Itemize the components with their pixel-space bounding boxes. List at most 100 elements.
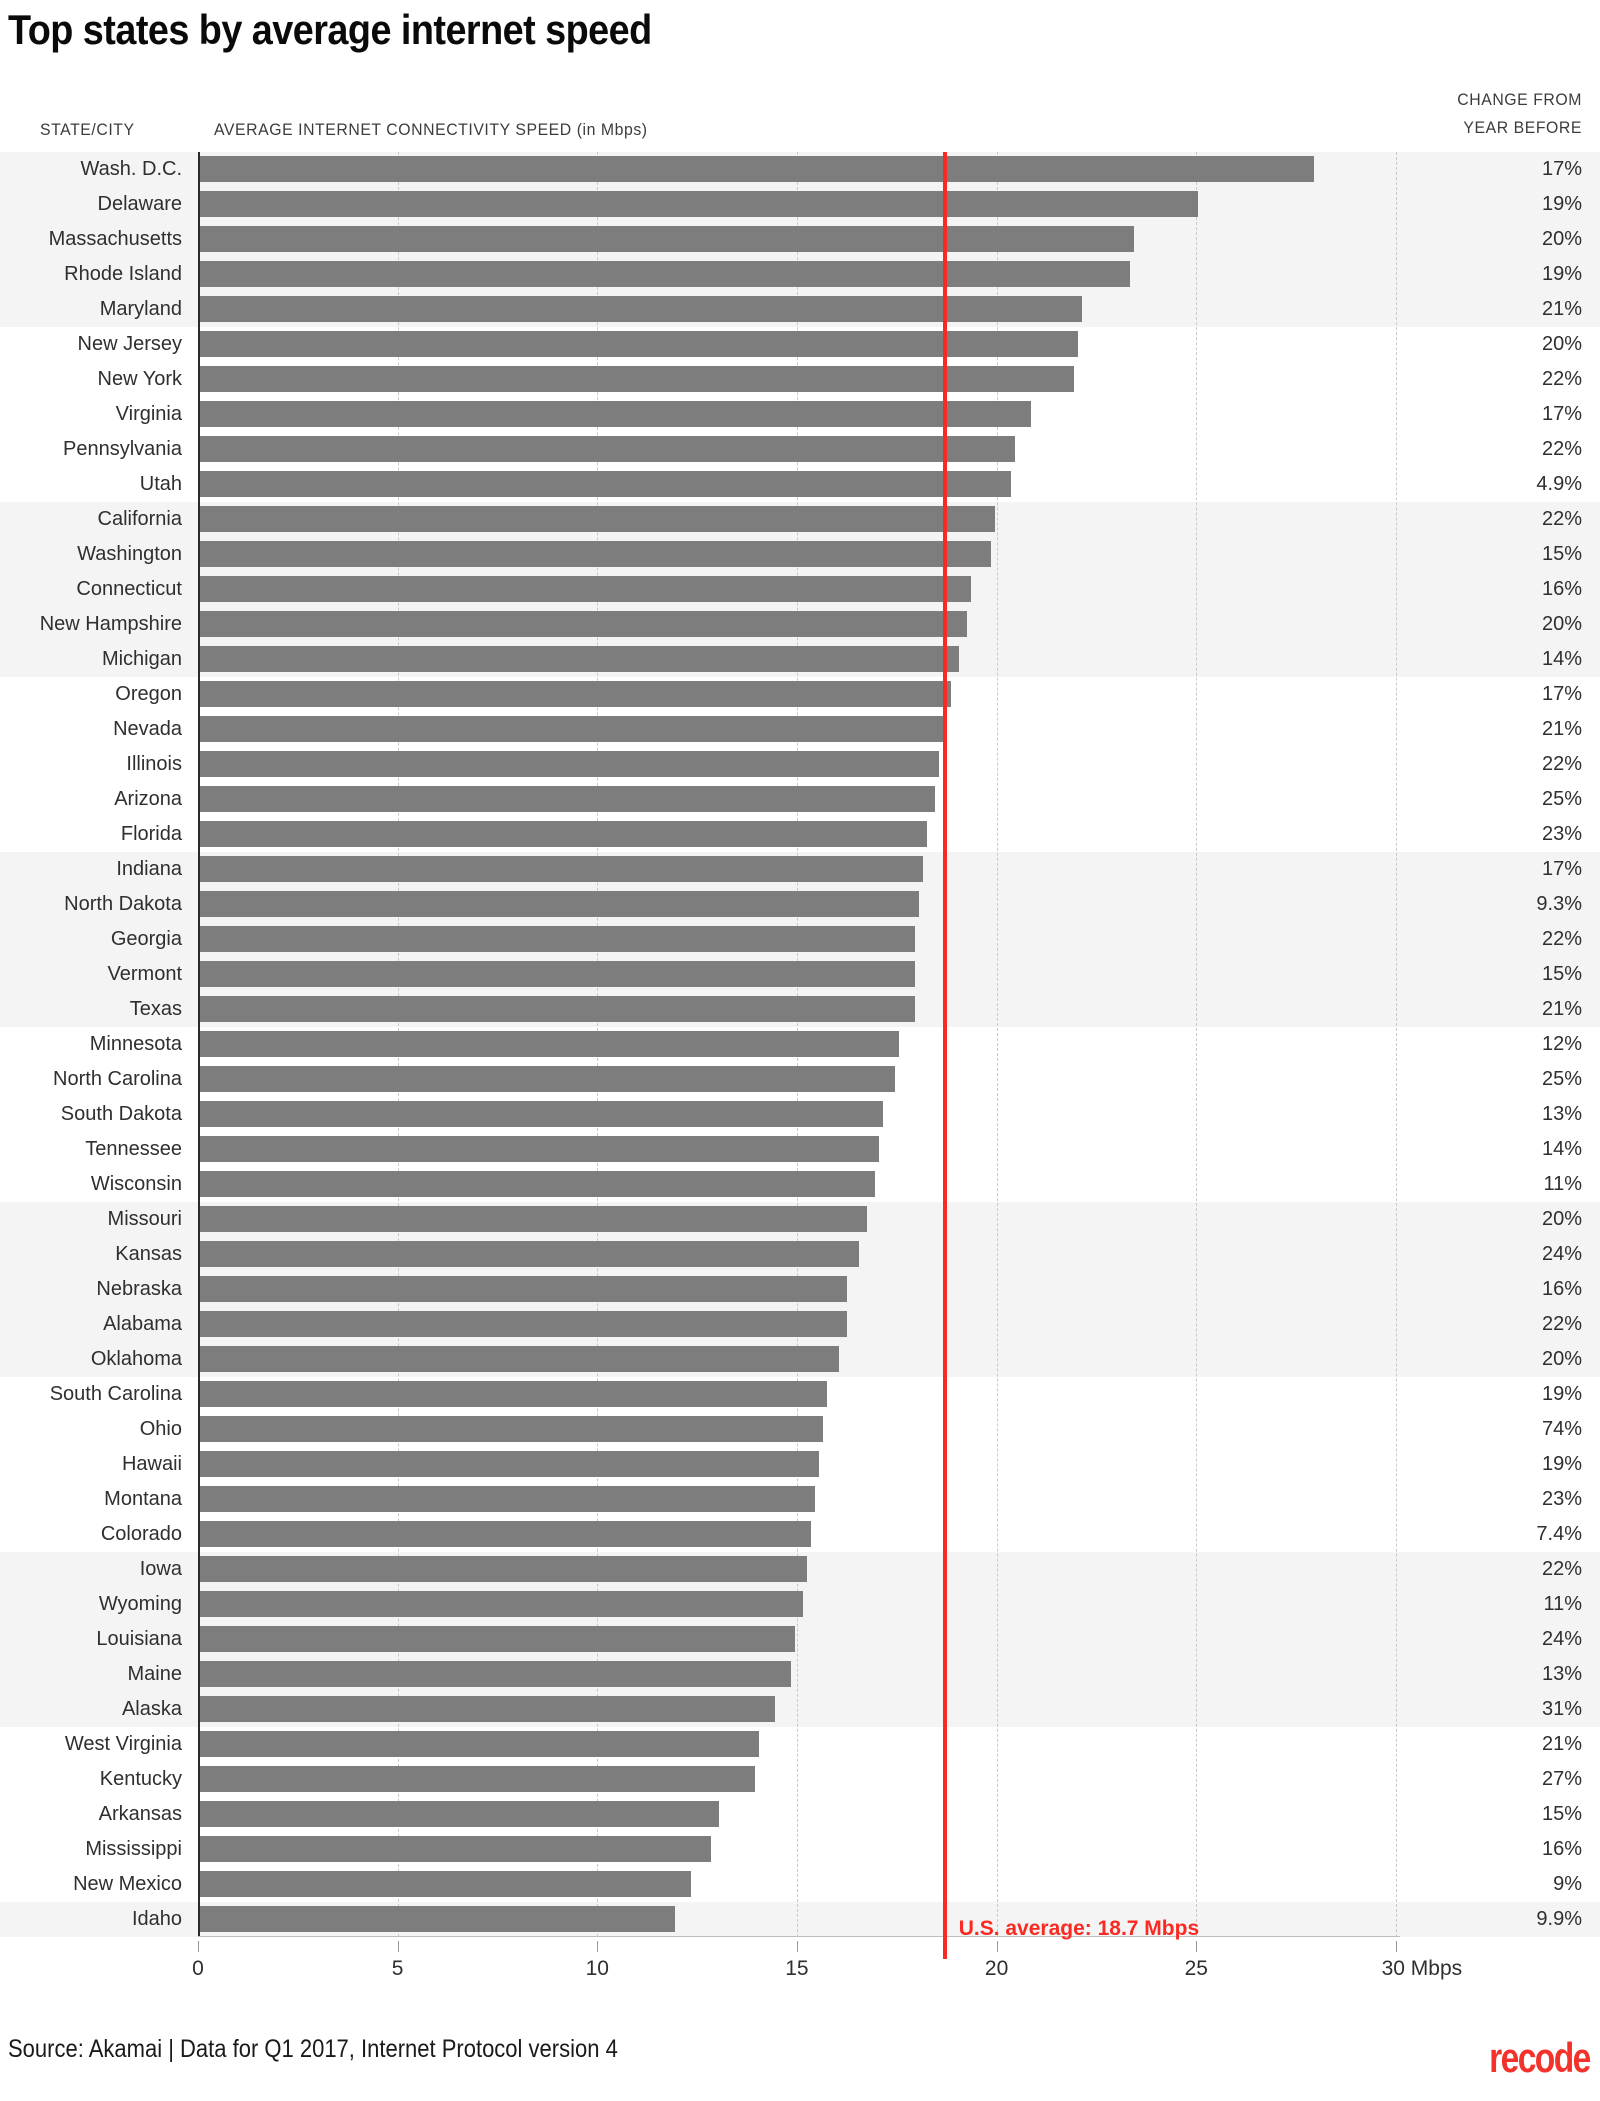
row-change-percent: 17% <box>1541 158 1582 180</box>
row-change-percent: 20% <box>1541 613 1582 635</box>
row-change-percent: 9% <box>1553 1873 1582 1895</box>
bar <box>200 646 959 672</box>
bar <box>200 1031 899 1057</box>
bar <box>200 751 939 777</box>
bar <box>200 1836 712 1862</box>
row-label-state: Connecticut <box>76 578 182 600</box>
row-label-state: West Virginia <box>64 1733 182 1755</box>
row-change-percent: 24% <box>1541 1628 1582 1650</box>
chart-row: South Dakota 13% <box>0 1097 1600 1132</box>
row-change-percent: 16% <box>1541 1278 1582 1300</box>
row-change-percent: 20% <box>1541 1348 1582 1370</box>
x-axis-tick <box>597 1941 599 1952</box>
chart-row: Tennessee 14% <box>0 1132 1600 1167</box>
row-label-state: Kentucky <box>99 1768 182 1790</box>
chart-row: Iowa 22% <box>0 1552 1600 1587</box>
row-label-state: New Hampshire <box>39 613 182 635</box>
chart-row: Colorado 7.4% <box>0 1517 1600 1552</box>
bar <box>200 1066 895 1092</box>
row-change-percent: 19% <box>1541 193 1582 215</box>
row-label-state: Vermont <box>107 963 182 985</box>
row-change-percent: 17% <box>1541 683 1582 705</box>
x-axis-baseline <box>198 1936 1400 1937</box>
x-axis-tick-label: 25 <box>1184 1957 1208 1980</box>
bar <box>200 226 1135 252</box>
row-change-percent: 22% <box>1541 438 1582 460</box>
bar <box>200 1311 847 1337</box>
row-change-percent: 16% <box>1541 1838 1582 1860</box>
row-change-percent: 16% <box>1541 578 1582 600</box>
row-change-percent: 11% <box>1543 1173 1582 1195</box>
row-label-state: Indiana <box>116 858 182 880</box>
row-change-percent: 23% <box>1541 1488 1582 1510</box>
row-change-percent: 12% <box>1541 1033 1582 1055</box>
row-change-percent: 17% <box>1541 858 1582 880</box>
row-change-percent: 27% <box>1541 1768 1582 1790</box>
bar <box>200 1871 692 1897</box>
chart-row: Nevada 21% <box>0 712 1600 747</box>
chart-row: Virginia 17% <box>0 397 1600 432</box>
row-change-percent: 31% <box>1541 1698 1582 1720</box>
row-label-state: North Carolina <box>53 1068 182 1090</box>
row-change-percent: 21% <box>1541 998 1582 1020</box>
row-label-state: Alabama <box>103 1313 182 1335</box>
bar <box>200 1906 676 1932</box>
x-axis-tick-label: 20 <box>984 1957 1009 1980</box>
row-label-state: Wisconsin <box>90 1173 182 1195</box>
row-change-percent: 74% <box>1541 1418 1582 1440</box>
row-label-state: Oklahoma <box>90 1348 182 1370</box>
bar <box>200 1101 883 1127</box>
column-header-change: CHANGE FROM YEAR BEFORE <box>1262 86 1582 142</box>
bar <box>200 1451 819 1477</box>
column-header-speed: AVERAGE INTERNET CONNECTIVITY SPEED (in … <box>214 120 648 139</box>
row-label-state: Wyoming <box>98 1593 182 1615</box>
row-change-percent: 25% <box>1541 1068 1582 1090</box>
bar <box>200 1381 827 1407</box>
bar <box>200 1241 859 1267</box>
bar <box>200 1766 756 1792</box>
chart-row: Pennsylvania 22% <box>0 432 1600 467</box>
bar <box>200 1696 775 1722</box>
row-label-state: California <box>97 508 182 530</box>
row-change-percent: 20% <box>1541 1208 1582 1230</box>
row-label-state: Iowa <box>139 1558 182 1580</box>
column-header-change-line1: CHANGE FROM <box>1457 90 1582 109</box>
row-label-state: New York <box>97 368 183 390</box>
chart-row: Vermont 15% <box>0 957 1600 992</box>
row-change-percent: 22% <box>1541 1313 1582 1335</box>
chart-row: Montana 23% <box>0 1482 1600 1517</box>
row-label-state: Nevada <box>113 718 182 740</box>
bar <box>200 156 1315 182</box>
bar <box>200 821 927 847</box>
chart-row: Kentucky 27% <box>0 1762 1600 1797</box>
row-change-percent: 20% <box>1541 228 1582 250</box>
row-label-state: Louisiana <box>96 1628 182 1650</box>
row-change-percent: 21% <box>1541 1733 1582 1755</box>
chart-row: New Mexico 9% <box>0 1867 1600 1902</box>
chart-row: Maryland 21% <box>0 292 1600 327</box>
x-axis: 0 5 10 15 20 25 30 Mbps <box>0 1941 1600 2001</box>
bar <box>200 296 1083 322</box>
row-change-percent: 22% <box>1541 1558 1582 1580</box>
x-axis-tick-label: 10 <box>585 1957 609 1980</box>
bar <box>200 576 971 602</box>
bar <box>200 436 1015 462</box>
chart-row: Georgia 22% <box>0 922 1600 957</box>
bar <box>200 191 1199 217</box>
bar <box>200 1206 867 1232</box>
chart-row: New Hampshire 20% <box>0 607 1600 642</box>
bar <box>200 541 991 567</box>
row-label-state: Maryland <box>99 298 182 320</box>
row-change-percent: 19% <box>1541 1383 1582 1405</box>
chart-row: West Virginia 21% <box>0 1727 1600 1762</box>
x-axis-tick-label: 0 <box>192 1957 204 1980</box>
chart-row: Oregon 17% <box>0 677 1600 712</box>
row-label-state: Alaska <box>121 1698 182 1720</box>
row-label-state: South Dakota <box>60 1103 182 1125</box>
row-label-state: Montana <box>104 1488 182 1510</box>
page-title: Top states by average internet speed <box>8 6 652 53</box>
chart-row: Hawaii 19% <box>0 1447 1600 1482</box>
bar <box>200 1521 811 1547</box>
us-average-label: U.S. average: 18.7 Mbps <box>958 1917 1200 1940</box>
row-change-percent: 14% <box>1541 648 1582 670</box>
